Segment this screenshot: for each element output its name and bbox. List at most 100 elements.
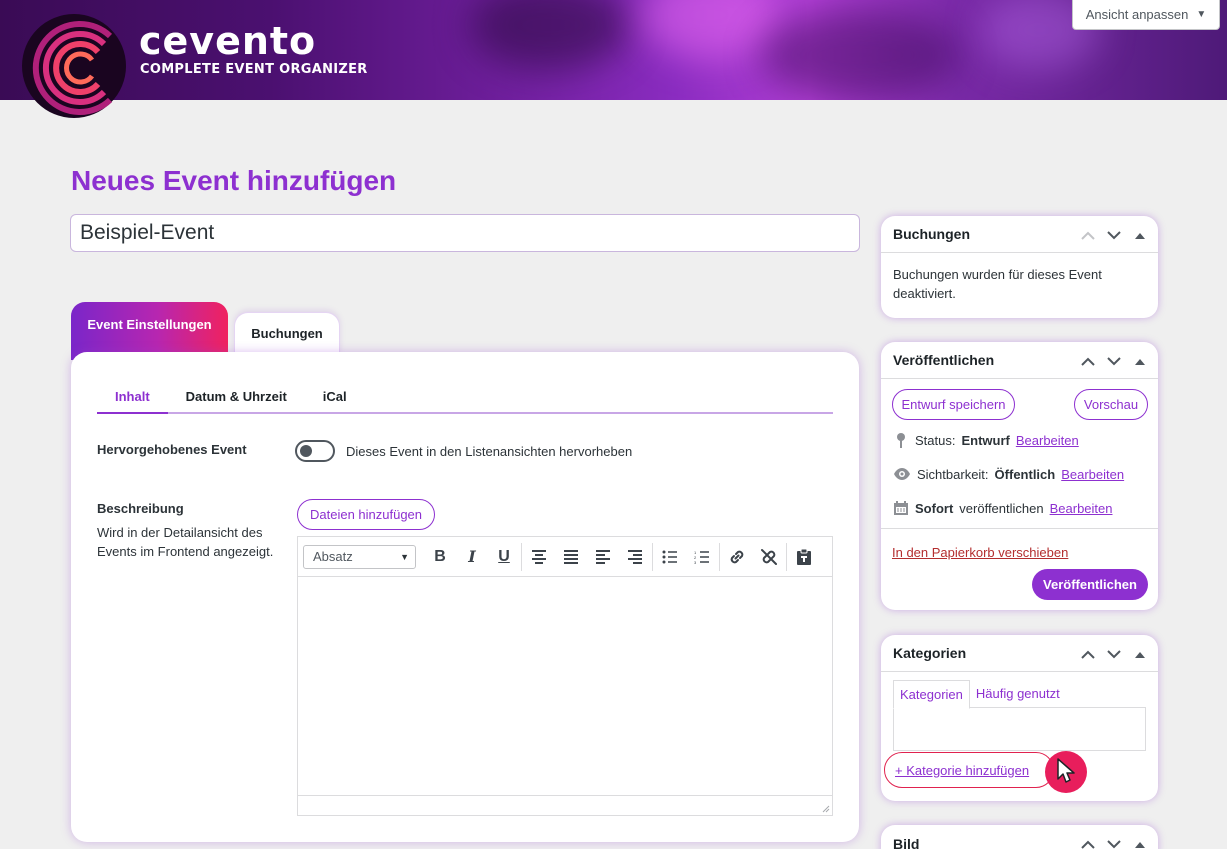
move-to-trash-link[interactable]: In den Papierkorb verschieben (892, 545, 1068, 560)
view-settings-label: Ansicht anpassen (1085, 7, 1189, 22)
tab-all-categories[interactable]: Kategorien (893, 680, 970, 709)
tab-bookings[interactable]: Buchungen (234, 312, 340, 354)
brand-tagline: COMPLETE EVENT ORGANIZER (140, 62, 368, 77)
visibility-label: Sichtbarkeit: (917, 466, 989, 482)
view-settings-button[interactable]: Ansicht anpassen ▼ (1072, 0, 1220, 30)
publish-box-header: Veröffentlichen (881, 342, 1158, 379)
toggle-knob (300, 445, 312, 457)
banner-glow (470, 0, 630, 70)
editor-content-area[interactable] (298, 577, 832, 795)
paste-icon[interactable] (788, 542, 820, 572)
bold-icon[interactable]: B (424, 542, 456, 572)
collapse-icon[interactable] (1130, 225, 1150, 245)
featured-toggle[interactable] (295, 440, 335, 462)
toolbar-divider (786, 542, 787, 571)
align-center-icon[interactable] (523, 542, 555, 572)
resize-handle-icon[interactable] (820, 803, 830, 813)
editor-toolbar: Absatz ▼ B I U 123 (298, 537, 832, 577)
toolbar-divider (521, 542, 522, 571)
align-justify-icon[interactable] (555, 542, 587, 572)
move-down-icon[interactable] (1104, 351, 1124, 371)
unlink-icon[interactable] (753, 542, 785, 572)
box-controls (1078, 225, 1150, 245)
add-category-link[interactable]: + Kategorie hinzufügen (884, 752, 1054, 788)
move-down-icon[interactable] (1104, 644, 1124, 664)
status-row: Status: Entwurf Bearbeiten (893, 432, 1079, 448)
edit-status-link[interactable]: Bearbeiten (1016, 433, 1079, 448)
bookings-box: Buchungen Buchungen wurden für dieses Ev… (881, 216, 1158, 318)
subtab-content[interactable]: Inhalt (97, 382, 168, 414)
format-select-value: Absatz (313, 549, 353, 564)
move-down-icon[interactable] (1104, 834, 1124, 849)
collapse-icon[interactable] (1130, 834, 1150, 849)
subtab-ical[interactable]: iCal (305, 382, 365, 414)
format-select[interactable]: Absatz ▼ (303, 544, 416, 569)
move-up-icon[interactable] (1078, 834, 1098, 849)
categories-box-header: Kategorien (881, 635, 1158, 672)
move-down-icon[interactable] (1104, 225, 1124, 245)
link-icon[interactable] (721, 542, 753, 572)
box-controls (1078, 644, 1150, 664)
preview-button[interactable]: Vorschau (1074, 389, 1148, 420)
schedule-row: Sofort veröffentlichen Bearbeiten (893, 500, 1113, 516)
event-settings-panel: Inhalt Datum & Uhrzeit iCal Hervorgehobe… (71, 352, 859, 842)
status-value: Entwurf (961, 432, 1010, 448)
align-left-icon[interactable] (587, 542, 619, 572)
schedule-value: Sofort (915, 500, 954, 516)
categories-box: Kategorien Kategorien Häufig genutzt + K… (881, 635, 1158, 801)
toolbar-divider (719, 542, 720, 571)
publish-button[interactable]: Veröffentlichen (1032, 569, 1148, 600)
visibility-value: Öffentlich (994, 466, 1056, 482)
event-title-input[interactable]: Beispiel-Event (70, 214, 860, 252)
bullet-list-icon[interactable] (654, 542, 686, 572)
move-up-icon[interactable] (1078, 644, 1098, 664)
pin-icon (897, 433, 905, 448)
save-draft-button[interactable]: Entwurf speichern (892, 389, 1015, 420)
eye-icon (894, 468, 910, 480)
caret-down-icon: ▼ (400, 551, 409, 562)
collapse-icon[interactable] (1130, 644, 1150, 664)
banner-glow (760, 10, 960, 100)
status-label: Status: (915, 432, 956, 448)
editor-statusbar (298, 795, 832, 815)
page-title: Neues Event hinzufügen (71, 165, 397, 196)
description-editor: Absatz ▼ B I U 123 (297, 536, 833, 816)
move-up-icon[interactable] (1078, 225, 1098, 245)
image-box-title: Bild (893, 835, 920, 849)
svg-text:3: 3 (694, 560, 697, 564)
collapse-icon[interactable] (1130, 351, 1150, 371)
italic-icon[interactable]: I (456, 542, 488, 572)
caret-down-icon: ▼ (1196, 9, 1207, 20)
box-controls (1078, 351, 1150, 371)
schedule-label: veröffentlichen (959, 500, 1044, 516)
bookings-box-title: Buchungen (893, 226, 970, 242)
brand-name: cevento (139, 19, 317, 63)
categories-box-title: Kategorien (893, 645, 967, 661)
toolbar-divider (652, 542, 653, 571)
edit-visibility-link[interactable]: Bearbeiten (1061, 467, 1124, 482)
cevento-logo-icon (22, 14, 126, 118)
edit-schedule-link[interactable]: Bearbeiten (1050, 501, 1113, 516)
tab-popular-categories[interactable]: Häufig genutzt (970, 680, 1066, 709)
image-box-header: Bild (881, 825, 1158, 849)
add-files-button[interactable]: Dateien hinzufügen (297, 499, 435, 530)
underline-icon[interactable]: U (488, 542, 520, 572)
bookings-box-text: Buchungen wurden für dieses Event deakti… (893, 267, 1102, 301)
mouse-pointer-icon (1057, 758, 1075, 783)
sub-tab-bar: Inhalt Datum & Uhrzeit iCal (97, 382, 833, 414)
category-checklist[interactable] (893, 707, 1146, 751)
box-controls (1078, 834, 1150, 849)
featured-label: Hervorgehobenes Event (97, 442, 247, 457)
numbered-list-icon[interactable]: 123 (686, 542, 718, 572)
featured-toggle-text: Dieses Event in den Listenansichten herv… (346, 444, 633, 459)
visibility-row: Sichtbarkeit: Öffentlich Bearbeiten (893, 466, 1124, 482)
bookings-box-header: Buchungen (881, 216, 1158, 253)
align-right-icon[interactable] (619, 542, 651, 572)
description-help: Wird in der Detailansicht des Events im … (97, 525, 274, 559)
move-up-icon[interactable] (1078, 351, 1098, 371)
image-box: Bild (881, 825, 1158, 849)
banner-glow (640, 0, 780, 60)
subtab-date-time[interactable]: Datum & Uhrzeit (168, 382, 305, 414)
category-tabs: Kategorien Häufig genutzt (893, 680, 1066, 709)
calendar-icon (894, 501, 908, 515)
